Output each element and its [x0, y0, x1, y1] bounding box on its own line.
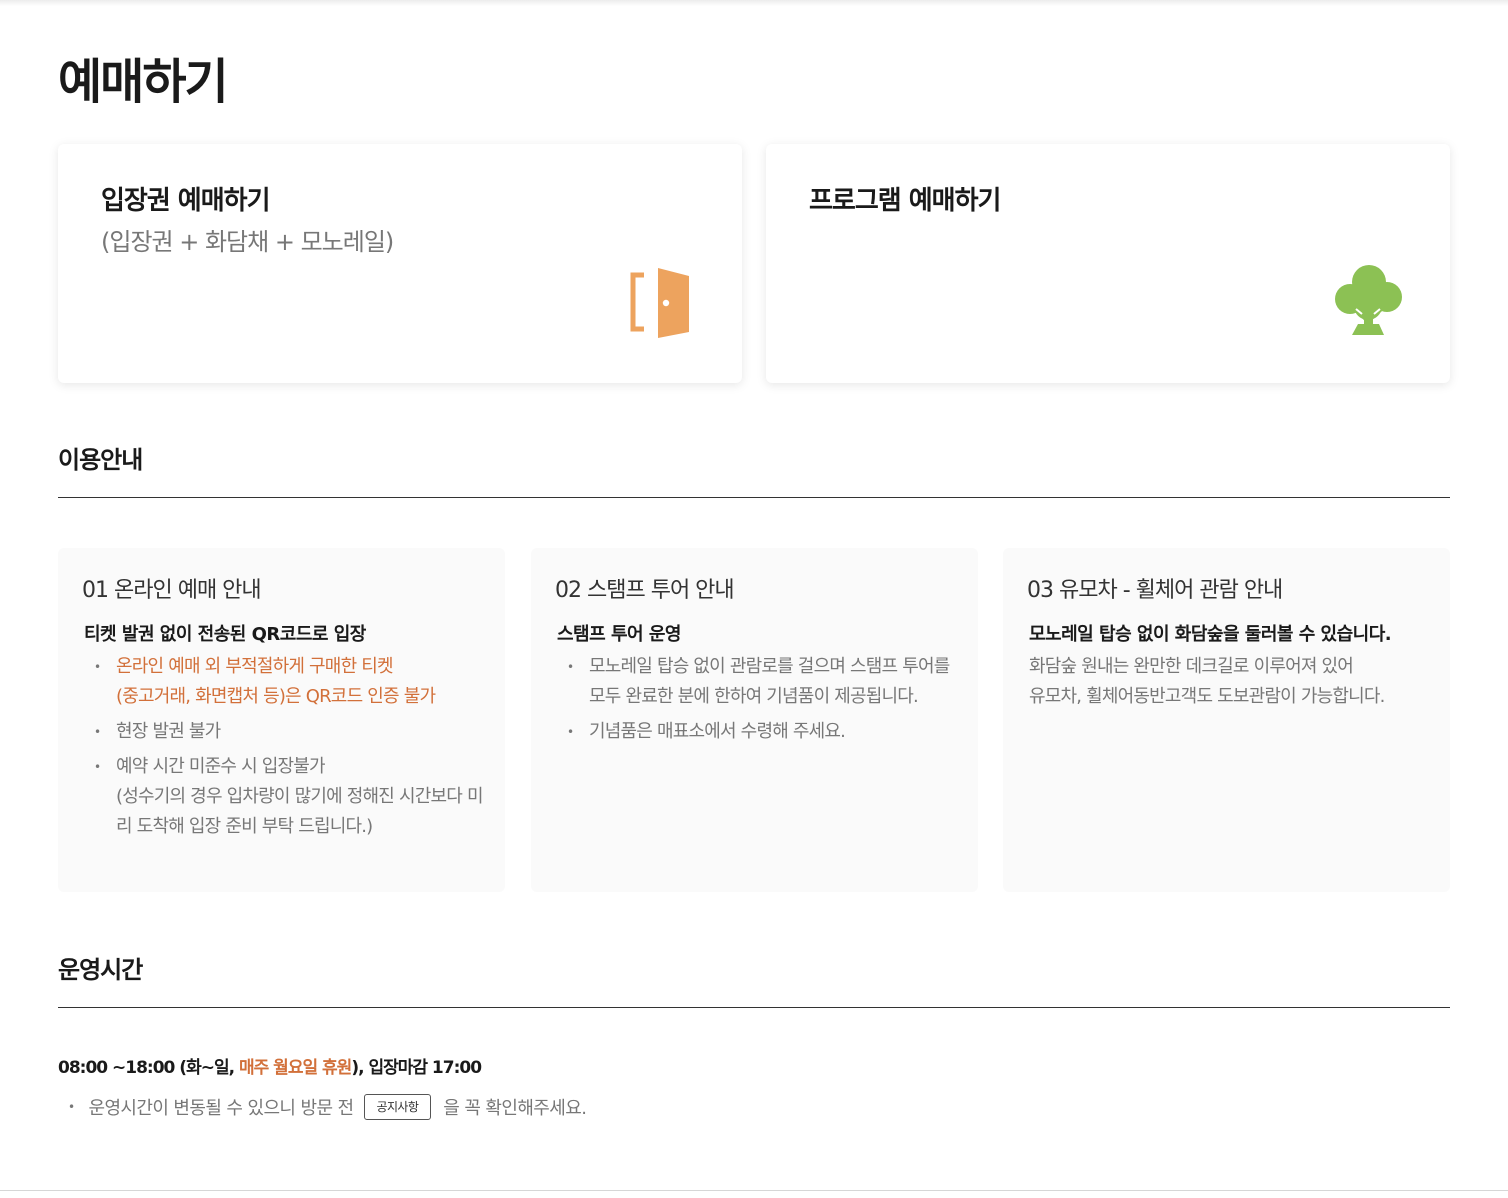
stamp-tour-guide-card: 02 스탬프 투어 안내 스탬프 투어 운영 모노레일 탑승 없이 관람로를 걸…: [531, 548, 978, 892]
list-item-line: (성수기의 경우 입차량이 많기에 정해진 시간보다 미리 도착해 입장 준비 …: [116, 786, 484, 837]
footer-divider: [0, 1190, 1508, 1191]
program-booking-card[interactable]: 프로그램 예매하기: [766, 144, 1450, 383]
guide-card-lead: 모노레일 탑승 없이 화담숲을 둘러볼 수 있습니다.: [1029, 624, 1392, 645]
guide-card-list: 모노레일 탑승 없이 관람로를 걸으며 스탬프 투어를 모두 완료한 분에 한하…: [557, 652, 957, 752]
list-item: 온라인 예매 외 부적절하게 구매한 티켓 (중고거래, 화면캡처 등)은 QR…: [84, 652, 484, 712]
guide-card-list: 온라인 예매 외 부적절하게 구매한 티켓 (중고거래, 화면캡처 등)은 QR…: [84, 652, 484, 847]
notice-text-before: 운영시간이 변동될 수 있으니 방문 전: [88, 1098, 354, 1119]
hours-divider: [58, 1007, 1450, 1008]
guide-card-heading: 03 유모차 - 휠체어 관람 안내: [1027, 578, 1283, 603]
list-item: 기념품은 매표소에서 수령해 주세요.: [557, 717, 957, 747]
tree-icon: [1335, 265, 1402, 335]
admission-booking-card[interactable]: 입장권 예매하기 (입장권 + 화담채 + 모노레일): [58, 144, 742, 383]
guide-card-lead: 스탬프 투어 운영: [557, 624, 681, 645]
operating-hours: 08:00 ~18:00 (화~일, 매주 월요일 휴원), 입장마감 17:0…: [58, 1053, 482, 1078]
program-booking-title: 프로그램 예매하기: [809, 186, 1001, 216]
bullet: •: [68, 1100, 75, 1114]
hours-closing: ), 입장마감 17:00: [351, 1058, 482, 1078]
list-item: 현장 발권 불가: [84, 717, 484, 747]
page-title: 예매하기: [58, 54, 229, 110]
list-item-line: 예약 시간 미준수 시 입장불가: [116, 756, 326, 777]
list-item-line: (중고거래, 화면캡처 등)은 QR코드 인증 불가: [116, 686, 436, 707]
guide-card-heading: 02 스탬프 투어 안내: [555, 578, 735, 603]
guide-card-lead: 티켓 발권 없이 전송된 QR코드로 입장: [84, 624, 366, 645]
guide-section-title: 이용안내: [58, 446, 143, 474]
list-item: 모노레일 탑승 없이 관람로를 걸으며 스탬프 투어를 모두 완료한 분에 한하…: [557, 652, 957, 712]
door-icon: [630, 268, 689, 338]
admission-booking-title: 입장권 예매하기: [101, 186, 270, 216]
top-shadow: [0, 0, 1508, 6]
guide-card-text: 화담숲 원내는 완만한 데크길로 이루어져 있어 유모차, 휠체어동반고객도 도…: [1029, 652, 1444, 712]
notice-text-after: 을 꼭 확인해주세요.: [443, 1098, 587, 1119]
guide-card-line: 유모차, 휠체어동반고객도 도보관람이 가능합니다.: [1029, 686, 1385, 707]
guide-divider: [58, 497, 1450, 498]
hours-notice: • 운영시간이 변동될 수 있으니 방문 전 공지사항 을 꼭 확인해주세요.: [68, 1094, 587, 1120]
closed-day: 매주 월요일 휴원: [238, 1058, 352, 1078]
list-item-line: 온라인 예매 외 부적절하게 구매한 티켓: [116, 656, 394, 677]
online-booking-guide-card: 01 온라인 예매 안내 티켓 발권 없이 전송된 QR코드로 입장 온라인 예…: [58, 548, 505, 892]
list-item: 예약 시간 미준수 시 입장불가 (성수기의 경우 입차량이 많기에 정해진 시…: [84, 752, 484, 842]
stroller-wheelchair-guide-card: 03 유모차 - 휠체어 관람 안내 모노레일 탑승 없이 화담숲을 둘러볼 수…: [1003, 548, 1450, 892]
guide-card-heading: 01 온라인 예매 안내: [82, 578, 262, 603]
guide-card-line: 화담숲 원내는 완만한 데크길로 이루어져 있어: [1029, 656, 1354, 677]
hours-section-title: 운영시간: [58, 956, 143, 984]
hours-time: 08:00 ~18:00 (화~일,: [58, 1058, 239, 1078]
admission-booking-subtitle: (입장권 + 화담채 + 모노레일): [101, 228, 394, 256]
notice-button[interactable]: 공지사항: [363, 1094, 432, 1120]
